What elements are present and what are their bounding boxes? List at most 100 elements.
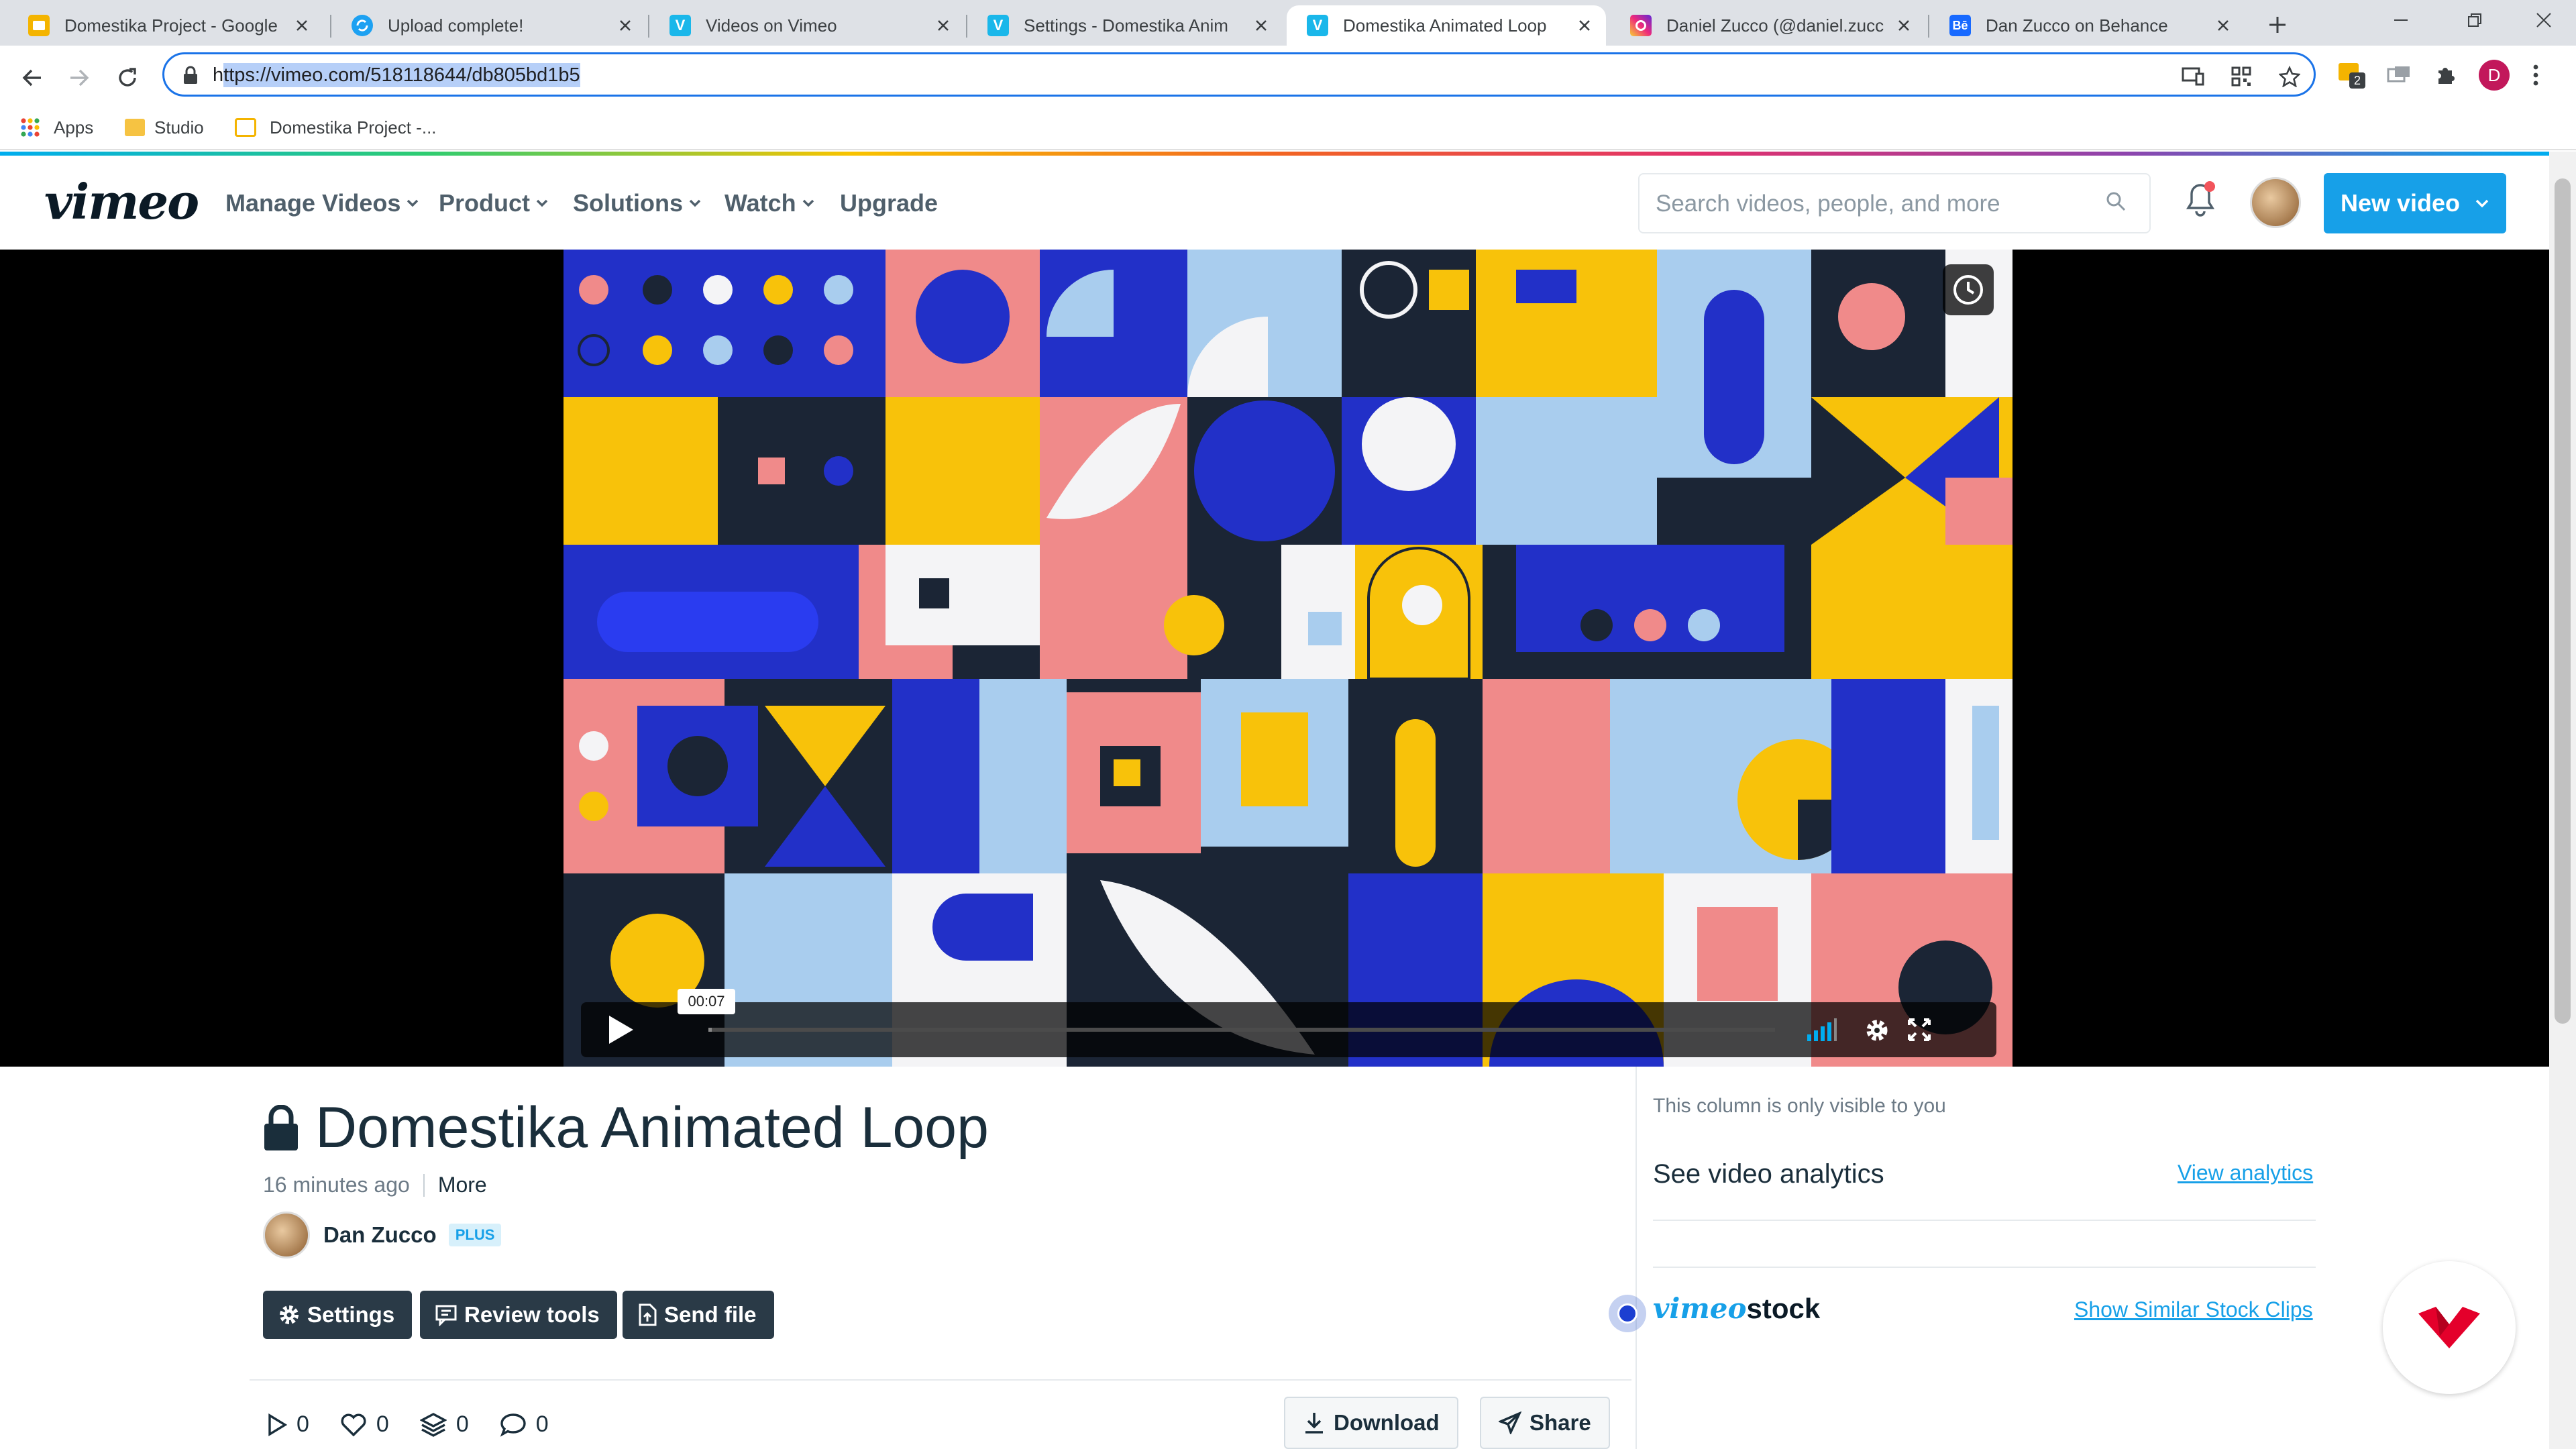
chrome-menu-icon[interactable]	[2522, 56, 2549, 94]
volume-bars-icon[interactable]	[1806, 1017, 1838, 1042]
play-icon[interactable]	[605, 1013, 636, 1046]
plays-stat: 0	[267, 1411, 309, 1438]
progress-bar[interactable]	[708, 1028, 1775, 1032]
browser-tab-upload-complete[interactable]: Upload complete!	[331, 5, 647, 46]
player-controls	[581, 1002, 1996, 1057]
browser-tab-domestika-animated-loop[interactable]: V Domestika Animated Loop	[1287, 5, 1606, 46]
browser-tab-instagram[interactable]: Daniel Zucco (@daniel.zucc	[1610, 5, 1925, 46]
bookmark-studio[interactable]: Studio	[125, 114, 204, 141]
browser-tab-behance[interactable]: Bē Dan Zucco on Behance	[1929, 5, 2245, 46]
analytics-heading: See video analytics	[1653, 1159, 1884, 1189]
video-frame[interactable]	[564, 250, 2012, 1067]
sync-icon	[352, 15, 373, 36]
new-video-button[interactable]: New video	[2324, 173, 2506, 233]
screen-capture-icon[interactable]	[2380, 56, 2418, 94]
bookmark-star-icon[interactable]	[2276, 63, 2303, 90]
browser-tab-settings[interactable]: V Settings - Domestika Anim	[967, 5, 1283, 46]
close-icon[interactable]	[291, 15, 313, 36]
share-button[interactable]: Share	[1480, 1397, 1610, 1449]
owner-name[interactable]: Dan Zucco	[323, 1222, 437, 1248]
browser-tab-google-slides[interactable]: Domestika Project - Google	[8, 5, 323, 46]
close-icon[interactable]	[614, 15, 636, 36]
apps-grid-icon	[21, 118, 40, 137]
heart-icon	[341, 1413, 366, 1436]
behance-icon: Bē	[1949, 15, 1971, 36]
tab-title: Settings - Domestika Anim	[1024, 15, 1228, 36]
extensions-puzzle-icon[interactable]	[2427, 56, 2465, 94]
settings-button[interactable]: Settings	[263, 1291, 413, 1339]
video-search[interactable]	[1638, 173, 2151, 233]
download-button[interactable]: Download	[1284, 1397, 1458, 1449]
new-tab-button[interactable]	[2261, 8, 2294, 42]
right-column-divider	[1635, 1067, 1637, 1449]
page-scrollbar[interactable]	[2549, 152, 2576, 1449]
browser-toolbar: https://vimeo.com/518118644/db805bd1b5 2…	[0, 46, 2576, 106]
nav-product[interactable]: Product	[439, 189, 549, 217]
tab-title: Videos on Vimeo	[706, 15, 837, 36]
forward-button[interactable]	[60, 59, 98, 97]
settings-gear-icon[interactable]	[1864, 1017, 1890, 1044]
review-tools-button[interactable]: Review tools	[420, 1291, 617, 1339]
video-meta: 16 minutes ago More	[263, 1173, 487, 1197]
likes-stat[interactable]: 0	[340, 1411, 389, 1438]
search-input[interactable]	[1656, 189, 2085, 219]
video-player[interactable]: 00:07	[0, 250, 2549, 1067]
bookmark-label: Apps	[54, 117, 94, 138]
domestika-logo-badge	[2383, 1261, 2516, 1394]
cast-icon[interactable]	[2180, 63, 2206, 90]
close-icon[interactable]	[2212, 15, 2234, 36]
bookmark-label: Studio	[154, 117, 204, 138]
comments-stat[interactable]: 0	[500, 1411, 549, 1438]
vimeo-logo[interactable]: vimeo	[44, 173, 199, 230]
bookmark-domestika-project[interactable]: Domestika Project -...	[235, 114, 437, 141]
meta-divider	[423, 1173, 425, 1197]
playback-time-tooltip: 00:07	[678, 989, 735, 1014]
bookmark-apps[interactable]: Apps	[20, 114, 93, 141]
more-link[interactable]: More	[438, 1173, 487, 1197]
view-analytics-link[interactable]: View analytics	[2178, 1161, 2313, 1185]
vimeo-stock-logo[interactable]: vimeo stock	[1653, 1292, 1820, 1325]
browser-tab-videos-on-vimeo[interactable]: V Videos on Vimeo	[649, 5, 965, 46]
close-icon[interactable]	[1574, 15, 1595, 36]
watch-later-clock-icon[interactable]	[1943, 264, 1994, 315]
cursor-click-indicator	[1609, 1295, 1646, 1332]
notifications-bell-icon[interactable]	[2186, 181, 2215, 217]
close-icon[interactable]	[1250, 15, 1272, 36]
google-slides-icon	[28, 15, 50, 36]
nav-watch[interactable]: Watch	[724, 189, 815, 217]
nav-manage-videos[interactable]: Manage Videos	[225, 189, 419, 217]
collections-stat[interactable]: 0	[419, 1411, 469, 1438]
review-comment-icon	[435, 1305, 457, 1326]
reload-button[interactable]	[109, 59, 146, 97]
chevron-down-icon	[802, 199, 814, 207]
minimize-button[interactable]	[2364, 0, 2438, 40]
close-window-button[interactable]	[2512, 0, 2576, 40]
vimeo-header: vimeo Manage Videos Product Solutions Wa…	[0, 156, 2549, 250]
profile-avatar[interactable]: D	[2475, 56, 2513, 94]
owner-avatar[interactable]	[263, 1212, 310, 1258]
search-icon[interactable]	[2105, 191, 2127, 212]
back-button[interactable]	[13, 59, 51, 97]
nav-solutions[interactable]: Solutions	[573, 189, 702, 217]
private-lock-icon	[264, 1104, 298, 1150]
instagram-icon	[1630, 15, 1652, 36]
send-file-button[interactable]: Send file	[623, 1291, 774, 1339]
progress-fill	[708, 1028, 712, 1032]
address-bar[interactable]: https://vimeo.com/518118644/db805bd1b5	[162, 52, 2316, 97]
nav-upgrade[interactable]: Upgrade	[840, 189, 938, 217]
url-text[interactable]: https://vimeo.com/518118644/db805bd1b5	[213, 63, 580, 87]
video-title-row: Domestika Animated Loop	[263, 1095, 989, 1161]
extension-notes-icon[interactable]: 2	[2333, 56, 2371, 94]
user-avatar[interactable]	[2250, 177, 2301, 228]
video-title: Domestika Animated Loop	[315, 1095, 989, 1160]
video-stats: 0 0 0 0	[267, 1411, 580, 1438]
restore-button[interactable]	[2438, 0, 2512, 40]
close-icon[interactable]	[932, 15, 954, 36]
scrollbar-thumb[interactable]	[2555, 178, 2571, 1024]
lock-icon[interactable]	[183, 66, 198, 85]
qr-code-icon[interactable]	[2228, 63, 2255, 90]
comment-bubble-icon	[500, 1413, 526, 1437]
show-similar-stock-clips-link[interactable]: Show Similar Stock Clips	[2074, 1297, 2313, 1322]
close-icon[interactable]	[1893, 15, 1915, 36]
fullscreen-icon[interactable]	[1907, 1017, 1932, 1042]
